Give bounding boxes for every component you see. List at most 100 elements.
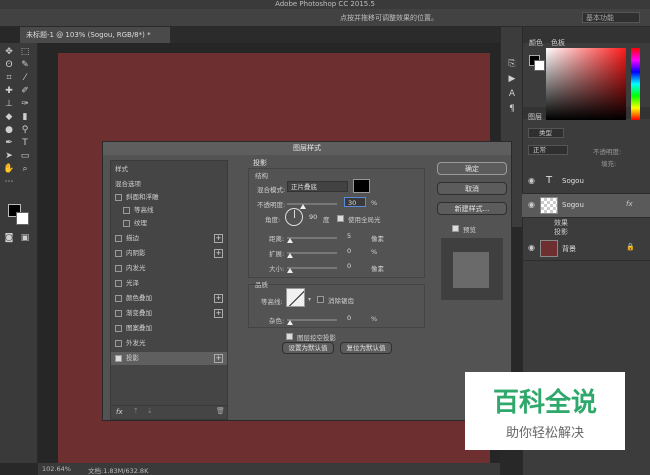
tab-layers[interactable]: 图层 <box>528 112 542 122</box>
distance-input[interactable]: 5 <box>347 231 369 241</box>
pen-tool-icon[interactable]: ✒ <box>3 138 15 149</box>
bg-swatch[interactable] <box>534 60 545 71</box>
style-item-outer-glow[interactable]: 外发光 <box>111 337 227 350</box>
paragraph-icon[interactable]: ¶ <box>506 104 518 115</box>
blur-tool-icon[interactable]: ● <box>3 125 15 136</box>
checkbox[interactable] <box>115 310 122 317</box>
shadow-color-swatch[interactable] <box>353 179 370 193</box>
checkbox[interactable] <box>115 355 122 362</box>
style-item-gradient-overlay[interactable]: 渐变叠加 + <box>111 307 227 320</box>
anti-alias-checkbox[interactable] <box>317 296 324 303</box>
noise-slider-knob[interactable] <box>287 320 293 325</box>
preview-checkbox[interactable] <box>452 225 459 232</box>
lasso-tool-icon[interactable]: ʘ <box>3 60 15 71</box>
shape-tool-icon[interactable]: ▭ <box>19 151 31 162</box>
angle-dial[interactable] <box>285 208 303 226</box>
move-up-icon[interactable]: ⇡ <box>133 407 139 415</box>
color-picker-field[interactable] <box>546 48 626 120</box>
style-item-stroke[interactable]: 描边 + <box>111 232 227 245</box>
zoom-tool-icon[interactable]: ⌕ <box>19 164 31 175</box>
layer-row-text[interactable]: ◉ T Sogou <box>522 170 650 194</box>
styles-header[interactable]: 样式 <box>111 163 227 176</box>
eyedropper-icon[interactable]: ⁄ <box>19 73 31 84</box>
noise-input[interactable]: 0 <box>347 313 369 323</box>
checkbox[interactable] <box>115 194 122 201</box>
effect-drop-shadow[interactable]: 投影 <box>554 227 568 237</box>
quick-mask-icon[interactable]: ◙ <box>3 233 15 244</box>
blend-mode-select[interactable]: 正片叠底 <box>287 181 348 192</box>
dodge-tool-icon[interactable]: ⚲ <box>19 125 31 136</box>
hue-slider[interactable] <box>631 48 640 120</box>
visibility-eye-icon[interactable]: ◉ <box>528 243 535 252</box>
history-icon[interactable]: ⎘ <box>506 59 518 70</box>
global-light-checkbox[interactable] <box>337 215 344 222</box>
tab-swatches[interactable]: 色板 <box>551 38 565 48</box>
size-input[interactable]: 0 <box>347 261 369 271</box>
layer-filter-select[interactable]: 类型 <box>528 128 564 138</box>
checkbox[interactable] <box>123 207 130 214</box>
fx-badge[interactable]: fx <box>626 200 633 208</box>
document-tab[interactable]: 未标题-1 @ 103% (Sogou, RGB/8*) * <box>20 27 170 43</box>
screen-mode-icon[interactable]: ▣ <box>19 233 31 244</box>
background-color[interactable] <box>16 212 29 225</box>
visibility-eye-icon[interactable]: ◉ <box>528 176 535 185</box>
style-item-texture[interactable]: 纹理 <box>111 217 227 230</box>
type-tool-icon[interactable]: T <box>19 138 31 149</box>
fx-menu-button[interactable]: fx <box>116 408 123 416</box>
healing-tool-icon[interactable]: ✚ <box>3 86 15 97</box>
add-icon[interactable]: + <box>214 294 223 303</box>
layer-row-background[interactable]: ◉ 背景 🔒 <box>522 237 650 261</box>
workspace-select[interactable]: 基本功能 <box>582 12 640 23</box>
distance-slider-track[interactable] <box>287 237 337 239</box>
character-icon[interactable]: A <box>506 89 518 100</box>
hand-tool-icon[interactable]: ✋ <box>3 164 15 175</box>
new-style-button[interactable]: 新建样式... <box>437 202 507 215</box>
checkbox[interactable] <box>115 280 122 287</box>
style-item-color-overlay[interactable]: 颜色叠加 + <box>111 292 227 305</box>
quick-select-icon[interactable]: ✎ <box>19 60 31 71</box>
move-tool-icon[interactable]: ✥ <box>3 47 15 58</box>
checkbox[interactable] <box>123 220 130 227</box>
trash-icon[interactable]: 🗑 <box>216 407 225 415</box>
add-icon[interactable]: + <box>214 354 223 363</box>
knockout-checkbox[interactable] <box>286 333 293 340</box>
move-down-icon[interactable]: ⇣ <box>147 407 153 415</box>
spread-slider-knob[interactable] <box>287 253 293 258</box>
checkbox[interactable] <box>115 250 122 257</box>
spread-input[interactable]: 0 <box>347 246 369 256</box>
opacity-slider-track[interactable] <box>287 203 337 205</box>
noise-slider-track[interactable] <box>287 319 337 321</box>
opacity-slider-knob[interactable] <box>300 204 306 209</box>
actions-icon[interactable]: ▶ <box>506 74 518 85</box>
zoom-readout[interactable]: 102.64% <box>42 465 71 473</box>
set-default-button[interactable]: 设置为默认值 <box>282 342 334 354</box>
style-item-contour[interactable]: 等高线 <box>111 204 227 217</box>
checkbox[interactable] <box>115 265 122 272</box>
brush-tool-icon[interactable]: ✐ <box>19 86 31 97</box>
layer-row-selected[interactable]: ◉ Sogou fx <box>522 194 650 218</box>
checkbox[interactable] <box>115 235 122 242</box>
more-tools-icon[interactable]: ⋯ <box>3 177 15 188</box>
cancel-button[interactable]: 取消 <box>437 182 507 195</box>
style-item-pattern-overlay[interactable]: 图案叠加 <box>111 322 227 335</box>
add-icon[interactable]: + <box>214 234 223 243</box>
blend-options-item[interactable]: 混合选项 <box>111 178 227 191</box>
style-item-bevel[interactable]: 斜面和浮雕 <box>111 191 227 204</box>
marquee-tool-icon[interactable]: ⬚ <box>19 47 31 58</box>
spread-slider-track[interactable] <box>287 252 337 254</box>
size-slider-knob[interactable] <box>287 268 293 273</box>
contour-dropdown-icon[interactable]: ▾ <box>308 296 311 303</box>
style-item-inner-shadow[interactable]: 内阴影 + <box>111 247 227 260</box>
opacity-input[interactable]: 30 <box>344 197 366 207</box>
tab-color[interactable]: 颜色 <box>529 38 543 48</box>
style-item-satin[interactable]: 光泽 <box>111 277 227 290</box>
crop-tool-icon[interactable]: ⌗ <box>3 73 15 84</box>
add-icon[interactable]: + <box>214 249 223 258</box>
checkbox[interactable] <box>115 295 122 302</box>
ok-button[interactable]: 确定 <box>437 162 507 175</box>
path-select-icon[interactable]: ➤ <box>3 151 15 162</box>
contour-picker[interactable] <box>286 288 305 307</box>
size-slider-track[interactable] <box>287 267 337 269</box>
layer-blend-select[interactable]: 正常 <box>528 145 568 155</box>
eraser-icon[interactable]: ◆ <box>3 112 15 123</box>
